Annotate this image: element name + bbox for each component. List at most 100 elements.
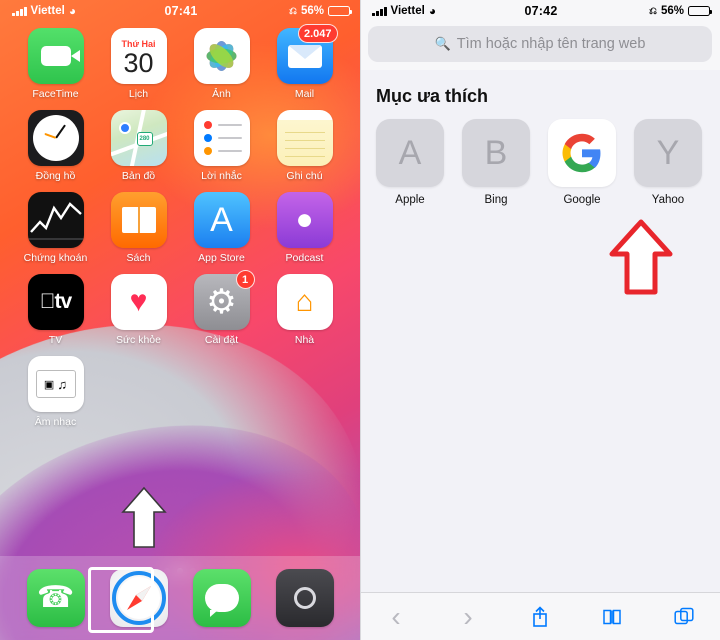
app-label: Ảnh	[212, 88, 231, 100]
favorite-bing[interactable]: B Bing	[462, 119, 530, 206]
favorite-google[interactable]: Google	[548, 119, 616, 206]
app-icon-tv[interactable]: tv TV	[14, 274, 97, 346]
favorite-apple[interactable]: A Apple	[376, 119, 444, 206]
app-grid: FaceTime Thứ Hai 30 Lịch Ảnh 2.047 Mail …	[0, 22, 360, 428]
dock-messages-icon[interactable]	[192, 569, 251, 627]
app-label: Ghi chú	[286, 170, 323, 182]
maps-icon: 280	[110, 110, 167, 166]
stocks-chart-glyph	[27, 202, 84, 240]
favorites-section: Mục ưa thích A Apple B Bing Google Y Yah…	[360, 70, 720, 206]
house-glyph: ⌂	[295, 285, 314, 318]
app-icon-calendar[interactable]: Thứ Hai 30 Lịch	[97, 28, 180, 100]
appstore-glyph: A	[210, 201, 233, 239]
status-clock: 07:42	[524, 4, 558, 18]
forward-icon[interactable]: ›	[446, 600, 490, 634]
bookmarks-icon[interactable]	[590, 600, 634, 634]
carrier-label: Viettel	[30, 5, 65, 17]
share-glyph	[533, 605, 547, 627]
favorite-yahoo[interactable]: Y Yahoo	[634, 119, 702, 206]
stocks-icon	[27, 192, 84, 248]
app-icon-appstore[interactable]: A App Store	[180, 192, 263, 264]
favorite-label: Yahoo	[651, 194, 685, 206]
dock-phone-icon[interactable]: ☎	[26, 569, 85, 627]
rotation-lock-icon: ⎌	[288, 5, 297, 17]
favorites-grid: A Apple B Bing Google Y Yahoo	[376, 119, 704, 206]
status-left-group: Viettel ◕	[372, 5, 482, 17]
app-icon-books[interactable]: Sách	[97, 192, 180, 264]
favorite-label: Bing	[484, 194, 508, 206]
app-icon-reminders[interactable]: Lời nhắc	[180, 110, 263, 182]
bing-glyph: B	[484, 133, 508, 172]
address-bar-wrapper: 🔍 Tìm hoặc nhập tên trang web	[360, 22, 720, 70]
app-icon-notes[interactable]: Ghi chú	[263, 110, 346, 182]
music-icon: ▣ ♫	[27, 356, 84, 412]
status-left-group: Viettel ◕	[12, 5, 122, 17]
battery-icon	[688, 6, 713, 16]
share-icon[interactable]	[518, 600, 562, 634]
search-placeholder: Tìm hoặc nhập tên trang web	[456, 36, 646, 52]
status-clock: 07:41	[164, 4, 198, 18]
yahoo-tile-icon: Y	[634, 119, 702, 187]
reminders-icon	[193, 110, 250, 166]
app-icon-health[interactable]: ♥ Sức khỏe	[97, 274, 180, 346]
tv-icon: tv	[27, 274, 84, 330]
safari-toolbar: ‹ ›	[360, 592, 720, 640]
search-icon: 🔍	[434, 36, 451, 51]
rotation-lock-icon: ⎌	[648, 5, 657, 17]
app-label: Cài đặt	[204, 334, 239, 346]
health-icon: ♥	[110, 274, 167, 330]
app-label: App Store	[198, 252, 245, 264]
facetime-icon	[27, 28, 84, 84]
app-icon-settings[interactable]: ⚙ 1 Cài đặt	[180, 270, 263, 346]
right-phone-safari-start-page: Viettel ◕ 07:42 ⎌ 56% 🔍 Tìm hoặc nhập tê…	[360, 0, 720, 640]
app-label: Podcast	[285, 252, 324, 264]
status-bar-right: Viettel ◕ 07:42 ⎌ 56%	[360, 0, 720, 22]
calendar-day: 30	[123, 48, 154, 78]
search-input[interactable]: 🔍 Tìm hoặc nhập tên trang web	[368, 26, 712, 62]
heart-icon: ♥	[129, 285, 148, 318]
app-icon-facetime[interactable]: FaceTime	[14, 28, 97, 100]
mail-badge: 2.047	[297, 24, 338, 43]
tabs-icon[interactable]	[662, 600, 706, 634]
apple-glyph: A	[398, 133, 422, 172]
app-icon-clock[interactable]: Đồng hồ	[14, 110, 97, 182]
status-right-group: ⎌ 56%	[600, 5, 713, 17]
tabs-glyph	[674, 607, 694, 624]
google-g-icon	[562, 133, 601, 173]
red-up-arrow-annotation	[609, 219, 673, 295]
app-icon-photos[interactable]: Ảnh	[180, 28, 263, 100]
app-icon-stocks[interactable]: Chứng khoán	[14, 192, 97, 264]
maps-location-dot	[118, 122, 131, 134]
app-icon-podcasts[interactable]: ● Podcast	[263, 192, 346, 264]
app-label: Âm nhạc	[34, 416, 77, 428]
favorite-label: Apple	[395, 194, 425, 206]
app-label: Lời nhắc	[201, 170, 242, 182]
status-right-group: ⎌ 56%	[240, 5, 353, 17]
bing-tile-icon: B	[462, 119, 530, 187]
app-label: TV	[48, 334, 63, 346]
app-label: Sách	[126, 252, 151, 264]
carrier-label: Viettel	[390, 5, 425, 17]
app-icon-maps[interactable]: 280 Bản đồ	[97, 110, 180, 182]
maps-route-badge: 280	[136, 132, 153, 146]
app-label: Bản đồ	[121, 170, 156, 182]
dock-camera-icon[interactable]	[275, 569, 334, 627]
calendar-weekday: Thứ Hai	[110, 35, 167, 49]
app-icon-home[interactable]: ⌂ Nhà	[263, 274, 346, 346]
back-icon[interactable]: ‹	[374, 600, 418, 634]
app-label: Lịch	[128, 88, 149, 100]
app-icon-music[interactable]: ▣ ♫ Âm nhạc	[14, 356, 97, 428]
clock-icon	[27, 110, 84, 166]
battery-icon	[328, 6, 353, 16]
app-icon-mail[interactable]: 2.047 Mail	[263, 24, 346, 100]
app-label: Nhà	[294, 334, 315, 346]
app-label: FaceTime	[32, 88, 79, 100]
cellular-signal-icon	[372, 6, 387, 16]
music-note-glyph: ♫	[57, 376, 68, 392]
app-label: Sức khỏe	[116, 334, 161, 346]
book-glyph	[603, 609, 621, 624]
books-icon	[110, 192, 167, 248]
yahoo-glyph: Y	[656, 133, 680, 172]
apple-tile-icon: A	[376, 119, 444, 187]
cellular-signal-icon	[12, 6, 27, 16]
